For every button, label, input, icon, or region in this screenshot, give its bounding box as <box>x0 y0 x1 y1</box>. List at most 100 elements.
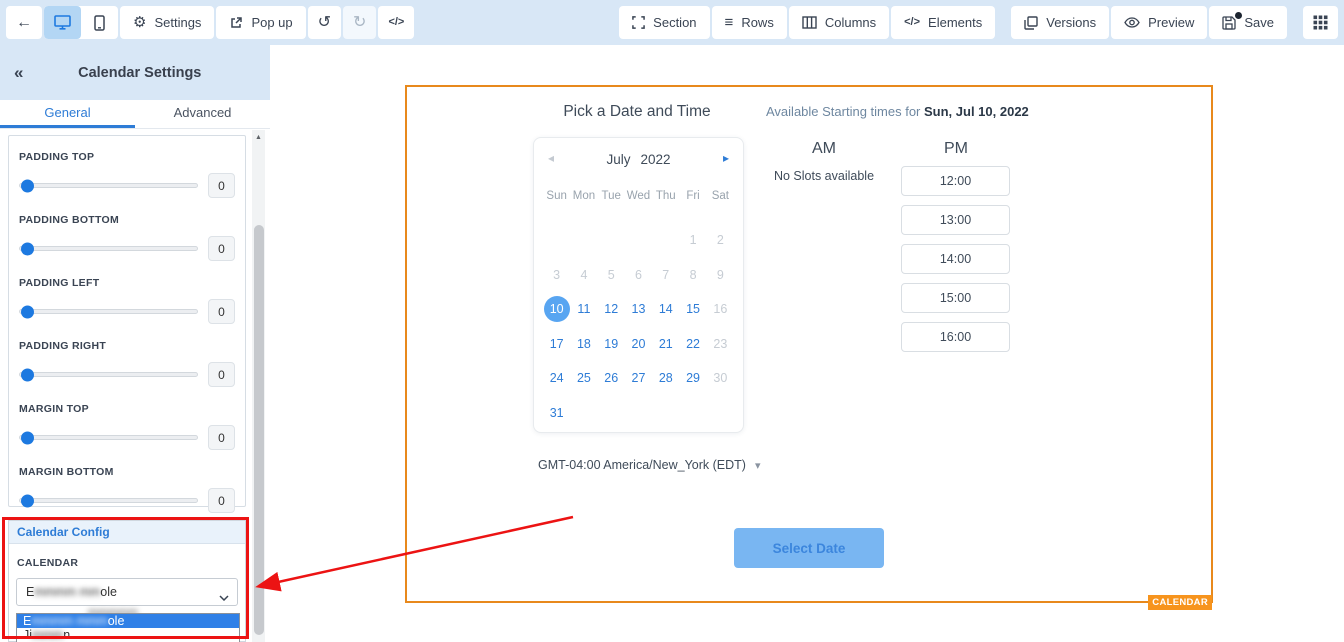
slider-thumb[interactable] <box>21 494 34 507</box>
scroll-up-arrow-icon[interactable]: ▲ <box>252 130 265 145</box>
top-toolbar: ← ⚙SettingsPop up↺ ↻ </> Section ≡RowsColumn… <box>0 0 1344 45</box>
next-month-icon[interactable]: ▸ <box>723 151 729 165</box>
device-toggle-group <box>44 6 118 39</box>
toolbar-elements-button[interactable]: </>Elements <box>891 6 995 39</box>
toolbar-device-mobile-button[interactable] <box>81 6 118 39</box>
toolbar-back-button[interactable]: ← <box>6 6 42 39</box>
calendar-day-19[interactable]: 19 <box>598 327 625 362</box>
timezone-dropdown[interactable]: GMT-04:00 America/New_York (EDT) ▾ <box>538 458 760 472</box>
code-icon: </> <box>388 17 404 28</box>
tab-advanced[interactable]: Advanced <box>135 100 270 128</box>
tab-general[interactable]: General <box>0 100 135 128</box>
calendar-option-peek: mmmmm <box>16 605 240 613</box>
calendar-day-20[interactable]: 20 <box>625 327 652 362</box>
slider-track[interactable] <box>19 309 198 314</box>
slider-row: 0 <box>19 488 235 513</box>
toolbar-apps-button[interactable] <box>1303 6 1338 39</box>
time-slot-1400[interactable]: 14:00 <box>901 244 1010 274</box>
calendar-day-14[interactable]: 14 <box>652 292 679 327</box>
section-icon <box>632 16 645 29</box>
calendar-select[interactable]: Emmmm mmole <box>16 578 238 606</box>
calendar-option[interactable]: Emmmm mmmole <box>17 614 239 628</box>
time-slot-1500[interactable]: 15:00 <box>901 283 1010 313</box>
slider-thumb[interactable] <box>21 179 34 192</box>
select-date-button[interactable]: Select Date <box>734 528 884 568</box>
weekday-row: SunMonTueWedThuFriSat <box>543 190 734 202</box>
slider-track[interactable] <box>19 246 198 251</box>
calendar-day-16: 16 <box>707 292 734 327</box>
slider-value-input[interactable]: 0 <box>208 299 235 324</box>
scrollbar-thumb[interactable] <box>254 225 264 635</box>
slider-value-input[interactable]: 0 <box>208 425 235 450</box>
toolbar-columns-button[interactable]: Columns <box>789 6 889 39</box>
slider-value-input[interactable]: 0 <box>208 362 235 387</box>
am-header: AM <box>764 140 884 158</box>
timezone-label: GMT-04:00 America/New_York (EDT) <box>538 458 746 472</box>
slider-row: 0 <box>19 236 235 261</box>
time-slot-1200[interactable]: 12:00 <box>901 166 1010 196</box>
calendar-day-empty <box>679 396 706 431</box>
arrow-left-icon: ← <box>16 15 32 31</box>
slider-thumb[interactable] <box>21 242 34 255</box>
toolbar-undo-button[interactable]: ↺ <box>308 6 341 39</box>
slider-thumb[interactable] <box>21 305 34 318</box>
slider-track[interactable] <box>19 183 198 188</box>
toolbar-settings-button[interactable]: ⚙Settings <box>120 6 214 39</box>
widget-type-badge: CALENDAR <box>1148 595 1212 610</box>
toolbar-rows-label: Rows <box>741 15 774 30</box>
slider-padding-left: PADDING LEFT0 <box>19 277 235 335</box>
calendar-day-27[interactable]: 27 <box>625 361 652 396</box>
toolbar-device-desktop-button[interactable] <box>44 6 81 39</box>
weekday-label: Tue <box>598 190 625 202</box>
weekday-label: Wed <box>625 190 652 202</box>
slider-value-input[interactable]: 0 <box>208 488 235 513</box>
time-slot-1600[interactable]: 16:00 <box>901 322 1010 352</box>
editor-canvas: CALENDAR Pick a Date and Time Available … <box>270 45 1344 642</box>
toolbar-versions-button[interactable]: Versions <box>1011 6 1109 39</box>
calendar-day-15[interactable]: 15 <box>679 292 706 327</box>
collapse-panel-icon[interactable]: « <box>14 63 23 83</box>
calendar-day-24[interactable]: 24 <box>543 361 570 396</box>
calendar-day-2: 2 <box>707 223 734 258</box>
time-slot-1300[interactable]: 13:00 <box>901 205 1010 235</box>
calendar-day-29[interactable]: 29 <box>679 361 706 396</box>
slider-value-input[interactable]: 0 <box>208 173 235 198</box>
slider-thumb[interactable] <box>21 431 34 444</box>
toolbar-redo-button[interactable]: ↻ <box>343 6 376 39</box>
columns-icon <box>802 16 817 29</box>
calendar-day-21[interactable]: 21 <box>652 327 679 362</box>
calendar-day-25[interactable]: 25 <box>570 361 597 396</box>
calendar-day-13[interactable]: 13 <box>625 292 652 327</box>
calendar-day-11[interactable]: 11 <box>570 292 597 327</box>
toolbar-section-button[interactable]: Section <box>619 6 709 39</box>
slider-thumb[interactable] <box>21 368 34 381</box>
calendar-option[interactable]: Jimmmn <box>17 628 239 642</box>
pm-header: PM <box>896 140 1016 158</box>
redo-icon: ↻ <box>353 15 366 31</box>
calendar-day-22[interactable]: 22 <box>679 327 706 362</box>
calendar-day-26[interactable]: 26 <box>598 361 625 396</box>
toolbar-code-button[interactable]: </> <box>378 6 414 39</box>
toolbar-preview-button[interactable]: Preview <box>1111 6 1207 39</box>
toolbar-rows-button[interactable]: ≡Rows <box>712 6 787 39</box>
sidebar-scrollbar[interactable]: ▲ <box>252 130 265 642</box>
toolbar-save-button[interactable]: Save <box>1209 6 1287 39</box>
calendar-day-5: 5 <box>598 258 625 293</box>
toolbar-section-label: Section <box>653 15 696 30</box>
calendar-day-12[interactable]: 12 <box>598 292 625 327</box>
toolbar-popup-button[interactable]: Pop up <box>216 6 305 39</box>
slider-track[interactable] <box>19 435 198 440</box>
calendar-day-28[interactable]: 28 <box>652 361 679 396</box>
calendar-day-grid: 1234567891011121314151617181920212223242… <box>543 223 734 430</box>
weekday-label: Sat <box>707 190 734 202</box>
calendar-day-31[interactable]: 31 <box>543 396 570 431</box>
slider-track[interactable] <box>19 498 198 503</box>
calendar-day-10[interactable]: 10 <box>543 292 570 327</box>
slider-margin-top: MARGIN TOP0 <box>19 403 235 461</box>
slider-track[interactable] <box>19 372 198 377</box>
calendar-day-17[interactable]: 17 <box>543 327 570 362</box>
slider-padding-right: PADDING RIGHT0 <box>19 340 235 398</box>
slider-label: PADDING TOP <box>19 151 235 163</box>
slider-value-input[interactable]: 0 <box>208 236 235 261</box>
calendar-day-18[interactable]: 18 <box>570 327 597 362</box>
